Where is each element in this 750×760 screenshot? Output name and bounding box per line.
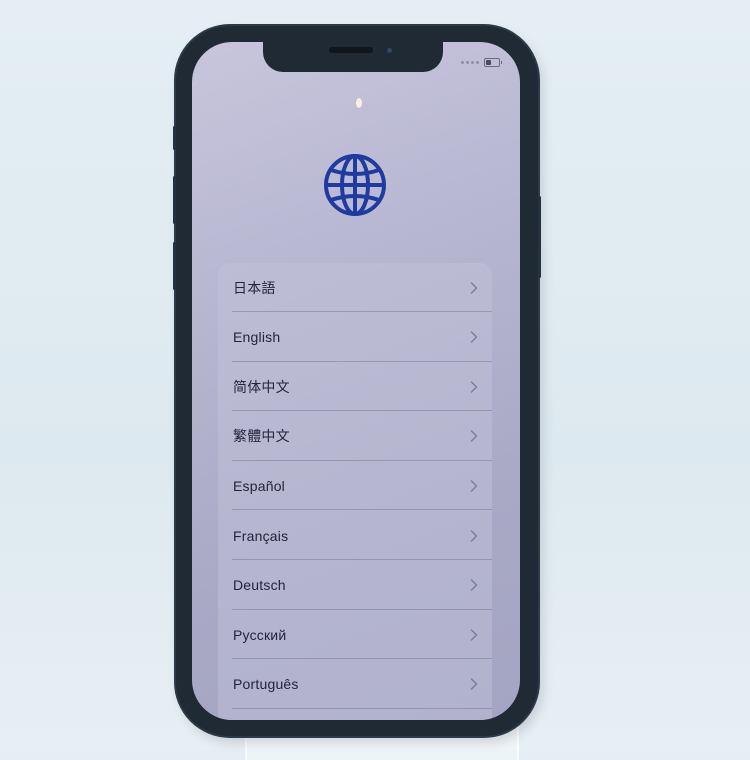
chevron-right-icon bbox=[470, 281, 478, 294]
language-option-1[interactable]: 日本語 bbox=[218, 263, 492, 312]
chevron-right-icon bbox=[470, 430, 478, 443]
language-option-6[interactable]: Français bbox=[218, 511, 492, 560]
chevron-right-icon bbox=[470, 628, 478, 641]
earpiece-speaker bbox=[329, 47, 373, 53]
language-label: Русский bbox=[233, 626, 287, 643]
setup-screen: 日本語 English 简体中文 繁體中文 Español Français D… bbox=[192, 42, 520, 720]
chevron-right-icon bbox=[470, 529, 478, 542]
phone-device: 日本語 English 简体中文 繁體中文 Español Français D… bbox=[173, 26, 541, 736]
language-label: Deutsch bbox=[233, 577, 286, 594]
globe-icon bbox=[324, 154, 386, 216]
language-option-8[interactable]: Русский bbox=[218, 610, 492, 660]
language-option-2[interactable]: English bbox=[218, 313, 492, 362]
language-label: English bbox=[233, 329, 281, 346]
volume-up-button bbox=[173, 176, 176, 224]
language-label: Português bbox=[233, 676, 299, 693]
chevron-right-icon bbox=[470, 331, 478, 343]
light-reflection bbox=[356, 98, 362, 108]
language-label: 日本語 bbox=[233, 279, 276, 296]
language-label: Français bbox=[233, 527, 289, 544]
row-divider bbox=[232, 707, 492, 709]
silent-switch bbox=[173, 126, 176, 150]
language-option-5[interactable]: Español bbox=[218, 461, 492, 511]
chevron-right-icon bbox=[470, 380, 478, 393]
language-label: Español bbox=[233, 477, 285, 494]
language-option-9[interactable]: Português bbox=[218, 660, 492, 709]
front-camera bbox=[387, 48, 392, 53]
status-bar bbox=[461, 58, 502, 67]
language-option-4[interactable]: 繁體中文 bbox=[218, 412, 492, 461]
language-label: 简体中文 bbox=[233, 378, 290, 395]
language-label: 繁體中文 bbox=[233, 428, 290, 445]
chevron-right-icon bbox=[470, 480, 478, 492]
battery-icon bbox=[484, 58, 502, 67]
signal-dots-icon bbox=[461, 61, 479, 64]
chevron-right-icon bbox=[470, 579, 478, 591]
notch bbox=[263, 42, 443, 72]
chevron-right-icon bbox=[470, 678, 478, 691]
volume-down-button bbox=[173, 242, 176, 290]
language-list: 日本語 English 简体中文 繁體中文 Español Français D… bbox=[218, 263, 492, 720]
side-button bbox=[538, 196, 541, 278]
language-option-7[interactable]: Deutsch bbox=[218, 561, 492, 610]
language-option-3[interactable]: 简体中文 bbox=[218, 362, 492, 412]
